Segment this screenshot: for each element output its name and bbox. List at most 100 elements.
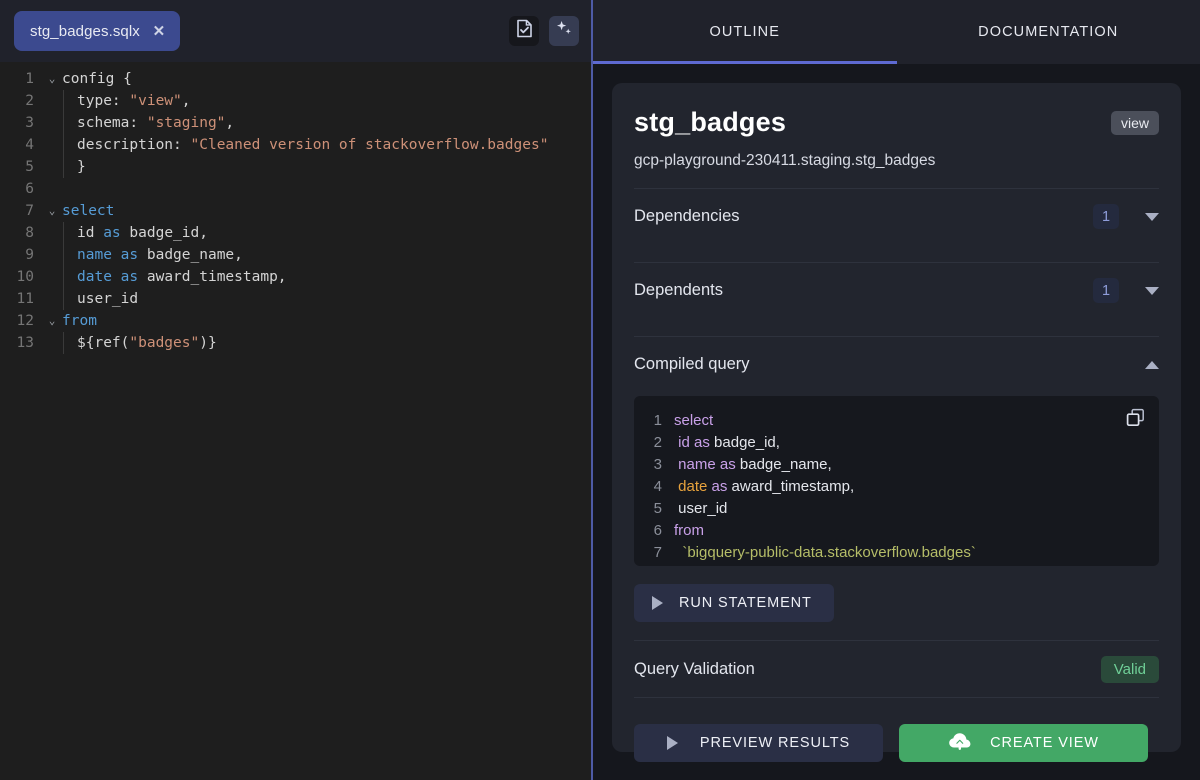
outline-pane: OUTLINE DOCUMENTATION stg_badges view gc…: [593, 0, 1200, 780]
query-text: from: [674, 522, 704, 539]
query-line: 1 select: [644, 410, 1145, 432]
code-lines: 1 ⌄ config {2 type: "view", 3 schema: "stagin…: [0, 68, 593, 354]
tab-documentation-label: DOCUMENTATION: [978, 24, 1119, 40]
section-dependents-label: Dependents: [634, 281, 723, 299]
code-text: ${ref("badges")}: [63, 332, 217, 354]
fold-chevron-icon[interactable]: ⌄: [42, 310, 62, 332]
editor-tabbar: stg_badges.sqlx ✕: [0, 0, 593, 62]
preview-results-label: PREVIEW RESULTS: [699, 735, 851, 751]
dependents-count: 1: [1093, 278, 1119, 303]
dependencies-count: 1: [1093, 204, 1119, 229]
query-line: 6 from: [644, 520, 1145, 542]
query-line-number: 7: [653, 544, 662, 561]
line-number: 12: [16, 313, 34, 329]
query-text: user_id: [674, 500, 728, 517]
compiled-query-lines: 1 select 2 id as badge_id, 3 name as badge_…: [644, 410, 1145, 564]
query-validation-status: Valid: [1100, 655, 1159, 683]
section-dependencies-label: Dependencies: [634, 207, 740, 225]
copy-icon[interactable]: [1126, 408, 1145, 432]
query-line-number: 6: [653, 522, 662, 539]
run-statement-label: RUN STATEMENT: [679, 595, 812, 611]
fold-chevron-icon[interactable]: ⌄: [42, 68, 62, 90]
code-text: }: [63, 156, 86, 178]
section-dependents[interactable]: Dependents 1: [634, 262, 1159, 318]
query-line-number: 1: [653, 412, 662, 429]
preview-results-button[interactable]: PREVIEW RESULTS: [634, 724, 883, 762]
code-line: 13 ${ref("badges")}: [0, 332, 593, 354]
line-number: 2: [25, 93, 34, 109]
section-compiled-query-label: Compiled query: [634, 355, 750, 373]
sparkles-icon: [555, 19, 574, 43]
code-text: description: "Cleaned version of stackov…: [63, 134, 548, 156]
query-line: 5 user_id: [644, 498, 1145, 520]
outline-card: stg_badges view gcp-playground-230411.st…: [612, 83, 1181, 762]
code-text: select: [62, 203, 115, 219]
tab-outline-label: OUTLINE: [709, 24, 781, 40]
card-actions: PREVIEW RESULTS CREATE VIEW: [634, 724, 1159, 762]
line-number: 7: [25, 203, 34, 219]
code-line: 7 ⌄ select: [0, 200, 593, 222]
page-title: stg_badges: [634, 107, 787, 137]
line-number: 4: [25, 137, 34, 153]
code-line: 5}: [0, 156, 593, 178]
code-text: id as badge_id,: [63, 222, 208, 244]
compiled-query-block: 1 select 2 id as badge_id, 3 name as badge_…: [634, 396, 1159, 566]
code-text: schema: "staging",: [63, 112, 234, 134]
query-validation-row: Query Validation Valid: [634, 640, 1159, 698]
query-text: name as badge_name,: [678, 456, 832, 473]
pane-divider[interactable]: [591, 0, 593, 780]
query-text: `bigquery-public-data.stackoverflow.badg…: [674, 544, 976, 561]
line-number: 11: [16, 291, 34, 307]
line-number: 9: [25, 247, 34, 263]
create-view-button[interactable]: CREATE VIEW: [899, 724, 1148, 762]
query-text: id as badge_id,: [678, 434, 780, 451]
chevron-down-icon[interactable]: [1145, 212, 1159, 221]
line-number: 5: [25, 159, 34, 175]
query-validation-label: Query Validation: [634, 659, 755, 678]
query-line-number: 5: [653, 500, 662, 517]
query-line-number: 3: [653, 456, 662, 473]
status-badge: view: [1110, 110, 1159, 135]
line-number: 1: [25, 71, 34, 87]
chevron-up-icon[interactable]: [1145, 360, 1159, 369]
query-line-number: 4: [653, 478, 662, 495]
editor-tab-label: stg_badges.sqlx: [30, 22, 140, 40]
fully-qualified-name: gcp-playground-230411.staging.stg_badges: [634, 152, 936, 169]
run-statement-button[interactable]: RUN STATEMENT: [634, 584, 834, 622]
outline-card-header: stg_badges view: [634, 107, 1159, 138]
code-line: 9 name as badge_name,: [0, 244, 593, 266]
code-line: 3 schema: "staging",: [0, 112, 593, 134]
query-line: 7 `bigquery-public-data.stackoverflow.ba…: [644, 542, 1145, 564]
code-editor[interactable]: 1 ⌄ config {2 type: "view", 3 schema: "stagin…: [0, 62, 593, 780]
chevron-down-icon[interactable]: [1145, 286, 1159, 295]
code-line: 6: [0, 178, 593, 200]
fold-chevron-icon[interactable]: ⌄: [42, 200, 62, 222]
editor-tab-stg-badges[interactable]: stg_badges.sqlx ✕: [14, 11, 180, 51]
cloud-upload-icon: [948, 731, 972, 755]
code-text: type: "view",: [63, 90, 191, 112]
line-number: 8: [25, 225, 34, 241]
editor-pane: stg_badges.sqlx ✕ 1 ⌄ config {2 type: "…: [0, 0, 593, 780]
tab-documentation[interactable]: DOCUMENTATION: [897, 0, 1200, 64]
code-text: config {: [62, 71, 132, 87]
code-line: 1 ⌄ config {: [0, 68, 593, 90]
code-line: 11 user_id: [0, 288, 593, 310]
section-dependencies[interactable]: Dependencies 1: [634, 188, 1159, 244]
code-text: from: [62, 313, 97, 329]
play-icon: [652, 596, 663, 610]
compile-button[interactable]: [509, 16, 539, 46]
code-line: 4 description: "Cleaned version of stacko…: [0, 134, 593, 156]
code-line: 10 date as award_timestamp,: [0, 266, 593, 288]
app-root: stg_badges.sqlx ✕ 1 ⌄ config {2 type: "…: [0, 0, 1200, 780]
query-line: 2 id as badge_id,: [644, 432, 1145, 454]
line-number: 13: [16, 335, 34, 351]
query-text: date as award_timestamp,: [678, 478, 855, 495]
query-line: 4 date as award_timestamp,: [644, 476, 1145, 498]
code-line: 2 type: "view",: [0, 90, 593, 112]
tab-outline[interactable]: OUTLINE: [593, 0, 897, 64]
section-compiled-query[interactable]: Compiled query: [634, 336, 1159, 392]
close-icon[interactable]: ✕: [152, 24, 166, 39]
code-text: date as award_timestamp,: [63, 266, 287, 288]
line-number: 6: [25, 181, 34, 197]
ai-assist-button[interactable]: [549, 16, 579, 46]
